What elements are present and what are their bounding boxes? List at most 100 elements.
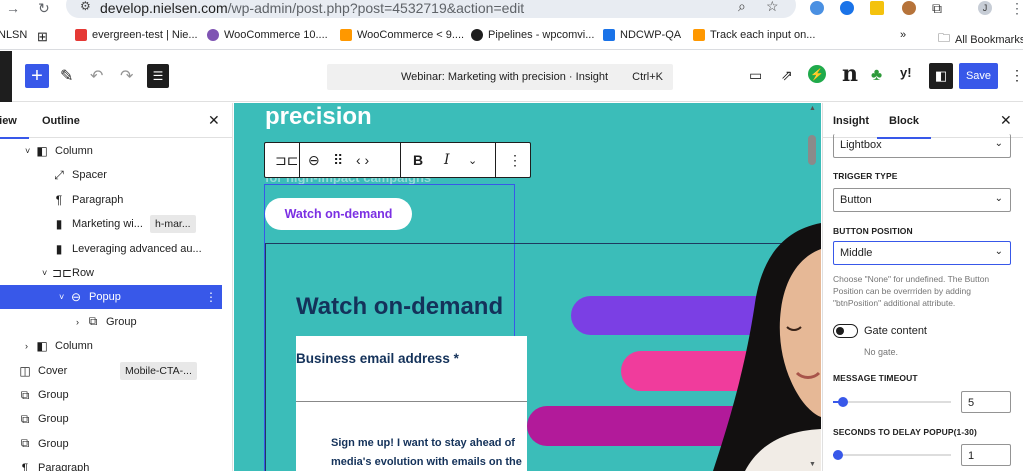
button-position-select[interactable]: Middle ⌄ (833, 241, 1011, 265)
undo-icon[interactable]: ↶ (90, 66, 103, 86)
redo-icon[interactable]: ↷ (120, 66, 133, 86)
chevron-right-icon[interactable]: › (76, 317, 79, 327)
bookmarks-overflow-button[interactable]: » (900, 29, 906, 41)
row-icon[interactable]: ⊐⊏ (275, 152, 298, 169)
tree-row-column[interactable]: ˅ ◧ Column (0, 139, 222, 163)
bookmark-item[interactable]: evergreen-test | Nie... (75, 29, 198, 41)
leaf-plugin-icon[interactable]: ♣ (871, 65, 882, 85)
chevron-down-icon[interactable]: ˅ (59, 292, 64, 302)
popup-delay-slider[interactable] (833, 448, 951, 462)
address-bar[interactable]: ⚙ develop.nielsen.com/wp-admin/post.php?… (66, 0, 796, 18)
chrome-menu-icon[interactable]: ⋮ (1010, 0, 1023, 17)
profile-avatar[interactable]: J (978, 1, 992, 15)
document-title: Webinar: Marketing with precision · Insi… (401, 71, 609, 83)
apps-grid-icon[interactable]: ⊞ (37, 29, 48, 45)
block-options-icon[interactable]: ⋮ (205, 290, 217, 304)
link-icon[interactable]: ⊖ (308, 152, 320, 169)
settings-sidebar-toggle[interactable]: ◧ (929, 63, 953, 89)
signup-form: Business email address * Sign me up! I w… (296, 336, 527, 471)
chevron-down-icon[interactable]: ˅ (25, 146, 30, 156)
hero-heading[interactable]: precision (265, 103, 372, 131)
all-bookmarks-button[interactable]: 🗀 All Bookmarks (938, 29, 1023, 50)
bookmark-star-icon[interactable]: ☆ (766, 0, 779, 15)
row-border (265, 243, 266, 471)
trigger-type-select[interactable]: Button ⌄ (833, 188, 1011, 212)
device-preview-icon[interactable]: ▭ (749, 67, 762, 84)
email-field[interactable] (296, 401, 527, 402)
tree-row-marketing-wi[interactable]: ▮ Marketing wi... h-mar... (0, 212, 222, 236)
canvas-scrollbar-thumb[interactable] (808, 135, 816, 165)
tree-row-popup[interactable]: ˅ ⊖ Popup ⋮ (0, 285, 222, 310)
close-icon[interactable]: ✕ (1000, 112, 1012, 129)
close-icon[interactable]: ✕ (208, 112, 220, 129)
extension-icon-3[interactable] (870, 1, 884, 15)
wordpress-logo[interactable] (0, 51, 12, 102)
pen-tool-icon[interactable]: ✎ (60, 66, 73, 86)
tree-row-group[interactable]: ⧉ Group (0, 383, 222, 407)
block-type-segment: ⊐⊏ (265, 143, 300, 177)
command-palette-bar[interactable]: Webinar: Marketing with precision · Insi… (327, 64, 673, 90)
yoast-icon[interactable]: y! (900, 65, 912, 80)
forward-icon[interactable]: → (6, 0, 20, 16)
tab-block[interactable]: Block (877, 115, 931, 139)
extensions-puzzle-icon[interactable]: ⧉ (932, 0, 942, 17)
tree-row-column[interactable]: › ◧ Column (0, 334, 222, 358)
extension-icon-1[interactable] (810, 1, 824, 15)
cookie-extension-icon[interactable] (902, 1, 916, 15)
scroll-up-icon[interactable]: ▲ (809, 105, 816, 112)
document-overview-button[interactable]: ☰ (147, 64, 169, 88)
tab-list-view[interactable]: View (0, 115, 29, 139)
bookmark-item[interactable]: NDCWP-QA (603, 29, 681, 41)
gate-help: No gate. (864, 347, 899, 357)
tab-insight[interactable]: Insight (833, 115, 869, 127)
tree-row-spacer[interactable]: ⤢ Spacer (0, 163, 222, 187)
site-info-icon[interactable]: ⚙ (80, 0, 91, 13)
tree-row-row[interactable]: ˅ ⊐⊏ Row (0, 261, 222, 285)
bookmark-favicon-icon (693, 29, 705, 41)
nielsen-plugin-icon[interactable]: n (842, 61, 858, 87)
gate-content-toggle[interactable] (833, 324, 858, 338)
jetpack-icon[interactable]: ⚡ (808, 65, 826, 83)
tree-row-cover[interactable]: ◫ Cover Mobile-CTA-... (0, 359, 222, 383)
extension-icon-2[interactable] (840, 1, 854, 15)
save-button[interactable]: Save (959, 63, 998, 89)
tree-row-paragraph[interactable]: ¶ Paragraph (0, 456, 222, 471)
bold-icon[interactable]: B (413, 152, 423, 168)
more-formats-chevron-icon[interactable]: ⌄ (468, 154, 477, 167)
editor-canvas[interactable]: precision for high-impact campaigns ⊐⊏ ⊖… (234, 103, 821, 471)
consent-checkbox-text[interactable]: Sign me up! I want to stay ahead of medi… (331, 434, 527, 471)
lightbox-select[interactable]: Lightbox ⌄ (833, 134, 1011, 158)
italic-icon[interactable]: I (444, 152, 450, 168)
message-timeout-input[interactable]: 5 (961, 391, 1011, 413)
paragraph-icon: ¶ (55, 192, 63, 207)
scroll-down-icon[interactable]: ▼ (809, 461, 816, 468)
tree-row-label: Leveraging advanced au... (72, 242, 202, 255)
tree-row-label: Group (38, 389, 69, 401)
block-inserter-button[interactable]: + (25, 64, 49, 88)
bookmark-item[interactable]: NLSN (0, 29, 27, 41)
tree-row-paragraph[interactable]: ¶ Paragraph (0, 188, 222, 212)
options-segment: ⋮ (496, 143, 530, 177)
move-arrows-icon[interactable]: ‹ › (356, 152, 369, 168)
bookmark-item[interactable]: WooCommerce < 9.... (340, 29, 464, 41)
chevron-down-icon[interactable]: ˅ (42, 268, 47, 278)
zoom-icon[interactable]: ⌕ (738, 0, 746, 15)
block-options-icon[interactable]: ⋮ (508, 152, 522, 169)
tree-row-group[interactable]: › ⧉ Group (0, 310, 222, 334)
reload-icon[interactable]: ↻ (38, 0, 50, 17)
tab-outline[interactable]: Outline (42, 115, 80, 127)
tree-row-group[interactable]: ⧉ Group (0, 432, 222, 456)
message-timeout-slider[interactable] (833, 395, 951, 409)
tree-row-leveraging-advanced-au[interactable]: ▮ Leveraging advanced au... (0, 237, 222, 261)
drag-handle-icon[interactable]: ⠿ (333, 152, 343, 169)
chevron-right-icon[interactable]: › (25, 341, 28, 351)
bookmark-item[interactable]: WooCommerce 10.... (207, 29, 328, 41)
options-menu-icon[interactable]: ⋮ (1010, 67, 1023, 84)
bookmark-item[interactable]: Pipelines - wpcomvi... (471, 29, 594, 41)
tree-row-group[interactable]: ⧉ Group (0, 407, 222, 431)
view-post-icon[interactable]: ⇗ (781, 67, 793, 84)
form-heading[interactable]: Watch on-demand (296, 293, 503, 321)
bookmark-item[interactable]: Track each input on... (693, 29, 815, 41)
tree-row-label: Paragraph (38, 462, 90, 471)
popup-delay-input[interactable]: 1 (961, 444, 1011, 466)
